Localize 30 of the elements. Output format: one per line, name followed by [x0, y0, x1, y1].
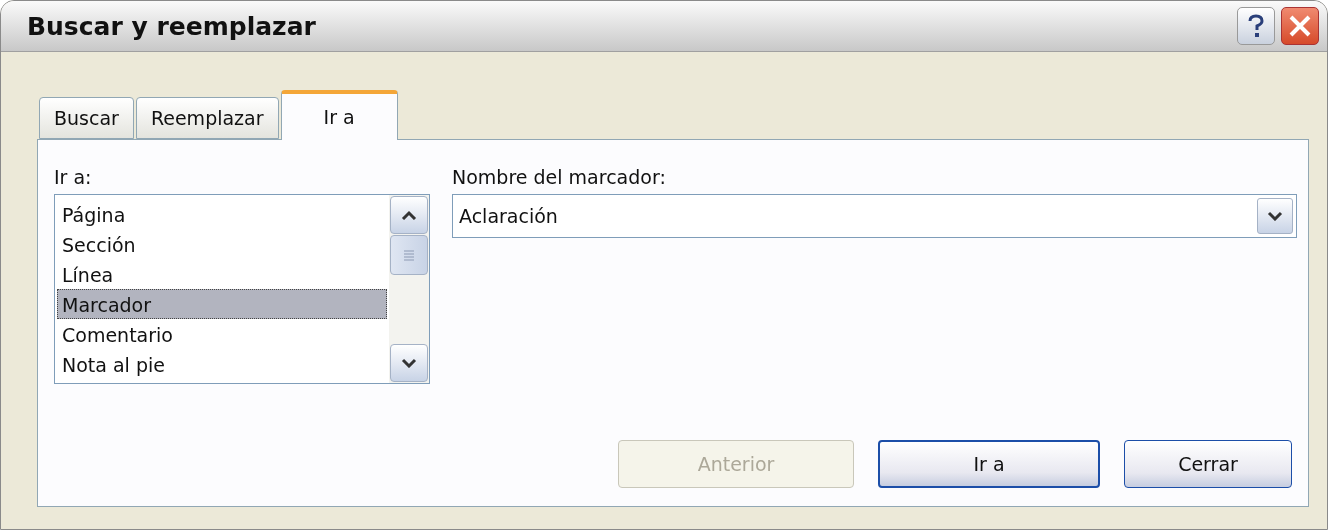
scroll-up-button[interactable] — [390, 196, 428, 234]
list-item[interactable]: Nota al pie — [57, 349, 387, 379]
help-icon — [1248, 14, 1264, 38]
close-button[interactable] — [1281, 7, 1319, 45]
tab[interactable]: Buscar — [39, 97, 134, 139]
list-item[interactable]: Comentario — [57, 319, 387, 349]
dropdown-button[interactable] — [1257, 198, 1293, 234]
list-label: Ir a: — [54, 166, 93, 188]
window-title: Buscar y reemplazar — [27, 11, 316, 41]
list-item[interactable]: Página — [57, 199, 387, 229]
chevron-down-icon — [1267, 211, 1283, 221]
grip-icon — [403, 249, 415, 261]
help-button[interactable] — [1237, 7, 1275, 45]
list-box[interactable]: Página Sección Línea Marcador Comentario Nota al pie — [54, 194, 430, 384]
list-item[interactable]: Línea — [57, 259, 387, 289]
tab[interactable]: Reemplazar — [135, 97, 279, 139]
tab[interactable]: Ir a — [280, 90, 398, 140]
list-item[interactable]: Sección — [57, 229, 387, 259]
dialog-button[interactable]: Ir a — [878, 440, 1100, 488]
dialog-button[interactable]: Cerrar — [1124, 440, 1292, 488]
field-label: Nombre del marcador: — [452, 166, 667, 188]
chevron-down-icon — [401, 358, 417, 368]
close-icon — [1288, 14, 1312, 38]
combobox-value: Aclaración — [459, 205, 558, 227]
list-item[interactable]: Marcador — [57, 289, 387, 319]
bookmark-combobox[interactable]: Aclaración — [452, 194, 1297, 238]
scroll-thumb[interactable] — [390, 235, 428, 275]
scrollbar[interactable] — [389, 195, 429, 383]
scroll-down-button[interactable] — [390, 344, 428, 382]
chevron-up-icon — [401, 210, 417, 220]
